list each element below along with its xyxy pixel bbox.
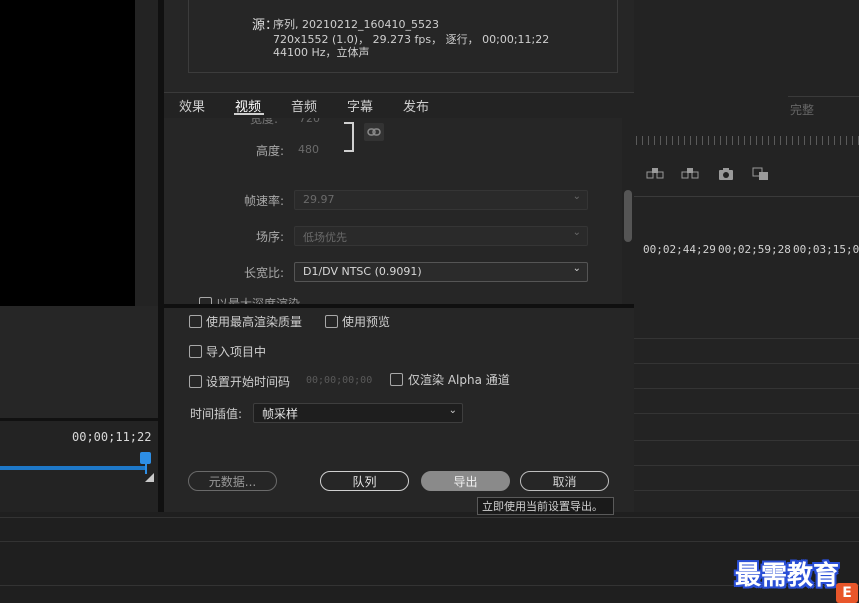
use-previews-checkbox[interactable]	[325, 315, 338, 328]
chevron-down-icon: ⌄	[448, 405, 457, 416]
link-icon[interactable]	[364, 123, 384, 141]
max-quality-checkbox[interactable]	[189, 315, 202, 328]
track-line	[634, 413, 859, 414]
source-sequence: 序列, 20210212_160410_5523	[273, 18, 439, 31]
watermark-logo-text: 最需教育	[735, 561, 840, 591]
right-panel-area	[634, 0, 859, 512]
use-previews-label: 使用预览	[342, 315, 391, 329]
right-divider	[634, 196, 859, 197]
max-quality-label: 使用最高渲染质量	[206, 315, 303, 329]
track-line	[634, 363, 859, 364]
framerate-select[interactable]: 29.97 ⌄	[294, 190, 588, 210]
overwrite-icon[interactable]	[681, 167, 699, 181]
height-label: 高度:	[255, 144, 284, 158]
time-interpolation-label: 时间插值:	[190, 407, 243, 421]
ruler-timecode: 00;03;15;00	[793, 243, 859, 256]
compare-view-icon[interactable]	[752, 167, 770, 181]
chevron-down-icon: ⌄	[572, 191, 581, 202]
import-project-checkbox[interactable]	[189, 345, 202, 358]
field-order-select[interactable]: 低场优先 ⌄	[294, 226, 588, 246]
track-line	[0, 541, 859, 542]
brand-logo-icon: E	[836, 583, 858, 603]
link-bracket-icon	[344, 122, 354, 152]
camera-icon[interactable]	[717, 167, 735, 181]
source-audio-info: 44100 Hz，立体声	[273, 46, 370, 59]
track-line	[634, 388, 859, 389]
track-line	[634, 490, 859, 491]
field-order-label: 场序:	[255, 230, 284, 244]
width-value: 720	[299, 118, 320, 125]
program-monitor-view	[0, 0, 135, 306]
resize-corner-icon[interactable]	[145, 473, 154, 482]
aspect-label: 长宽比:	[243, 266, 284, 280]
time-ruler[interactable]	[636, 136, 859, 145]
settings-scrollbar-thumb[interactable]	[624, 190, 632, 242]
start-timecode-checkbox[interactable]	[189, 375, 202, 388]
alpha-only-label: 仅渲染 Alpha 通道	[408, 373, 510, 387]
tab-captions[interactable]: 字幕	[347, 96, 373, 115]
track-line	[634, 338, 859, 339]
queue-button[interactable]: 队列	[320, 471, 409, 491]
tab-effects[interactable]: 效果	[179, 96, 205, 115]
export-button[interactable]: 导出	[421, 471, 510, 491]
time-interpolation-value: 帧采样	[262, 407, 299, 421]
left-divider	[0, 418, 160, 421]
width-label: 宽度:	[249, 118, 278, 126]
section-divider	[164, 304, 634, 308]
framerate-value: 29.97	[303, 193, 335, 206]
aspect-select[interactable]: D1/DV NTSC (0.9091) ⌄	[294, 262, 588, 282]
bottom-track-area	[0, 512, 859, 603]
left-panel-area	[0, 306, 160, 420]
track-line	[0, 585, 859, 586]
height-value: 480	[298, 143, 319, 156]
track-line	[634, 465, 859, 466]
aspect-value: D1/DV NTSC (0.9091)	[303, 265, 422, 278]
cancel-button[interactable]: 取消	[520, 471, 609, 491]
track-line	[0, 517, 859, 518]
chevron-down-icon: ⌄	[572, 227, 581, 238]
insert-icon[interactable]	[646, 167, 664, 181]
timeline-progress-bar[interactable]	[0, 466, 146, 470]
export-tooltip: 立即使用当前设置导出。	[477, 497, 614, 515]
metadata-button[interactable]: 元数据...	[188, 471, 277, 491]
tab-audio[interactable]: 音频	[291, 96, 317, 115]
quality-divider	[788, 96, 859, 97]
field-order-value: 低场优先	[303, 231, 347, 244]
playback-quality-select[interactable]: 完整	[790, 101, 814, 118]
framerate-label: 帧速率:	[243, 194, 284, 208]
time-interpolation-select[interactable]: 帧采样 ⌄	[253, 403, 463, 423]
active-tab-indicator	[234, 113, 264, 115]
max-depth-checkbox[interactable]	[199, 297, 212, 304]
track-line	[634, 440, 859, 441]
current-timecode[interactable]: 00;00;11;22	[72, 430, 151, 444]
ruler-timecode: 00;02;44;29	[643, 243, 716, 256]
start-timecode-label: 设置开始时间码	[206, 375, 291, 389]
max-depth-label: 以最大深度渲染	[216, 297, 301, 304]
alpha-only-checkbox[interactable]	[390, 373, 403, 386]
import-project-label: 导入项目中	[206, 345, 267, 359]
start-timecode-field[interactable]: 00;00;00;00	[306, 375, 372, 386]
tab-publish[interactable]: 发布	[403, 96, 429, 115]
chevron-down-icon: ⌄	[572, 263, 581, 274]
ruler-timecode: 00;02;59;28	[718, 243, 791, 256]
